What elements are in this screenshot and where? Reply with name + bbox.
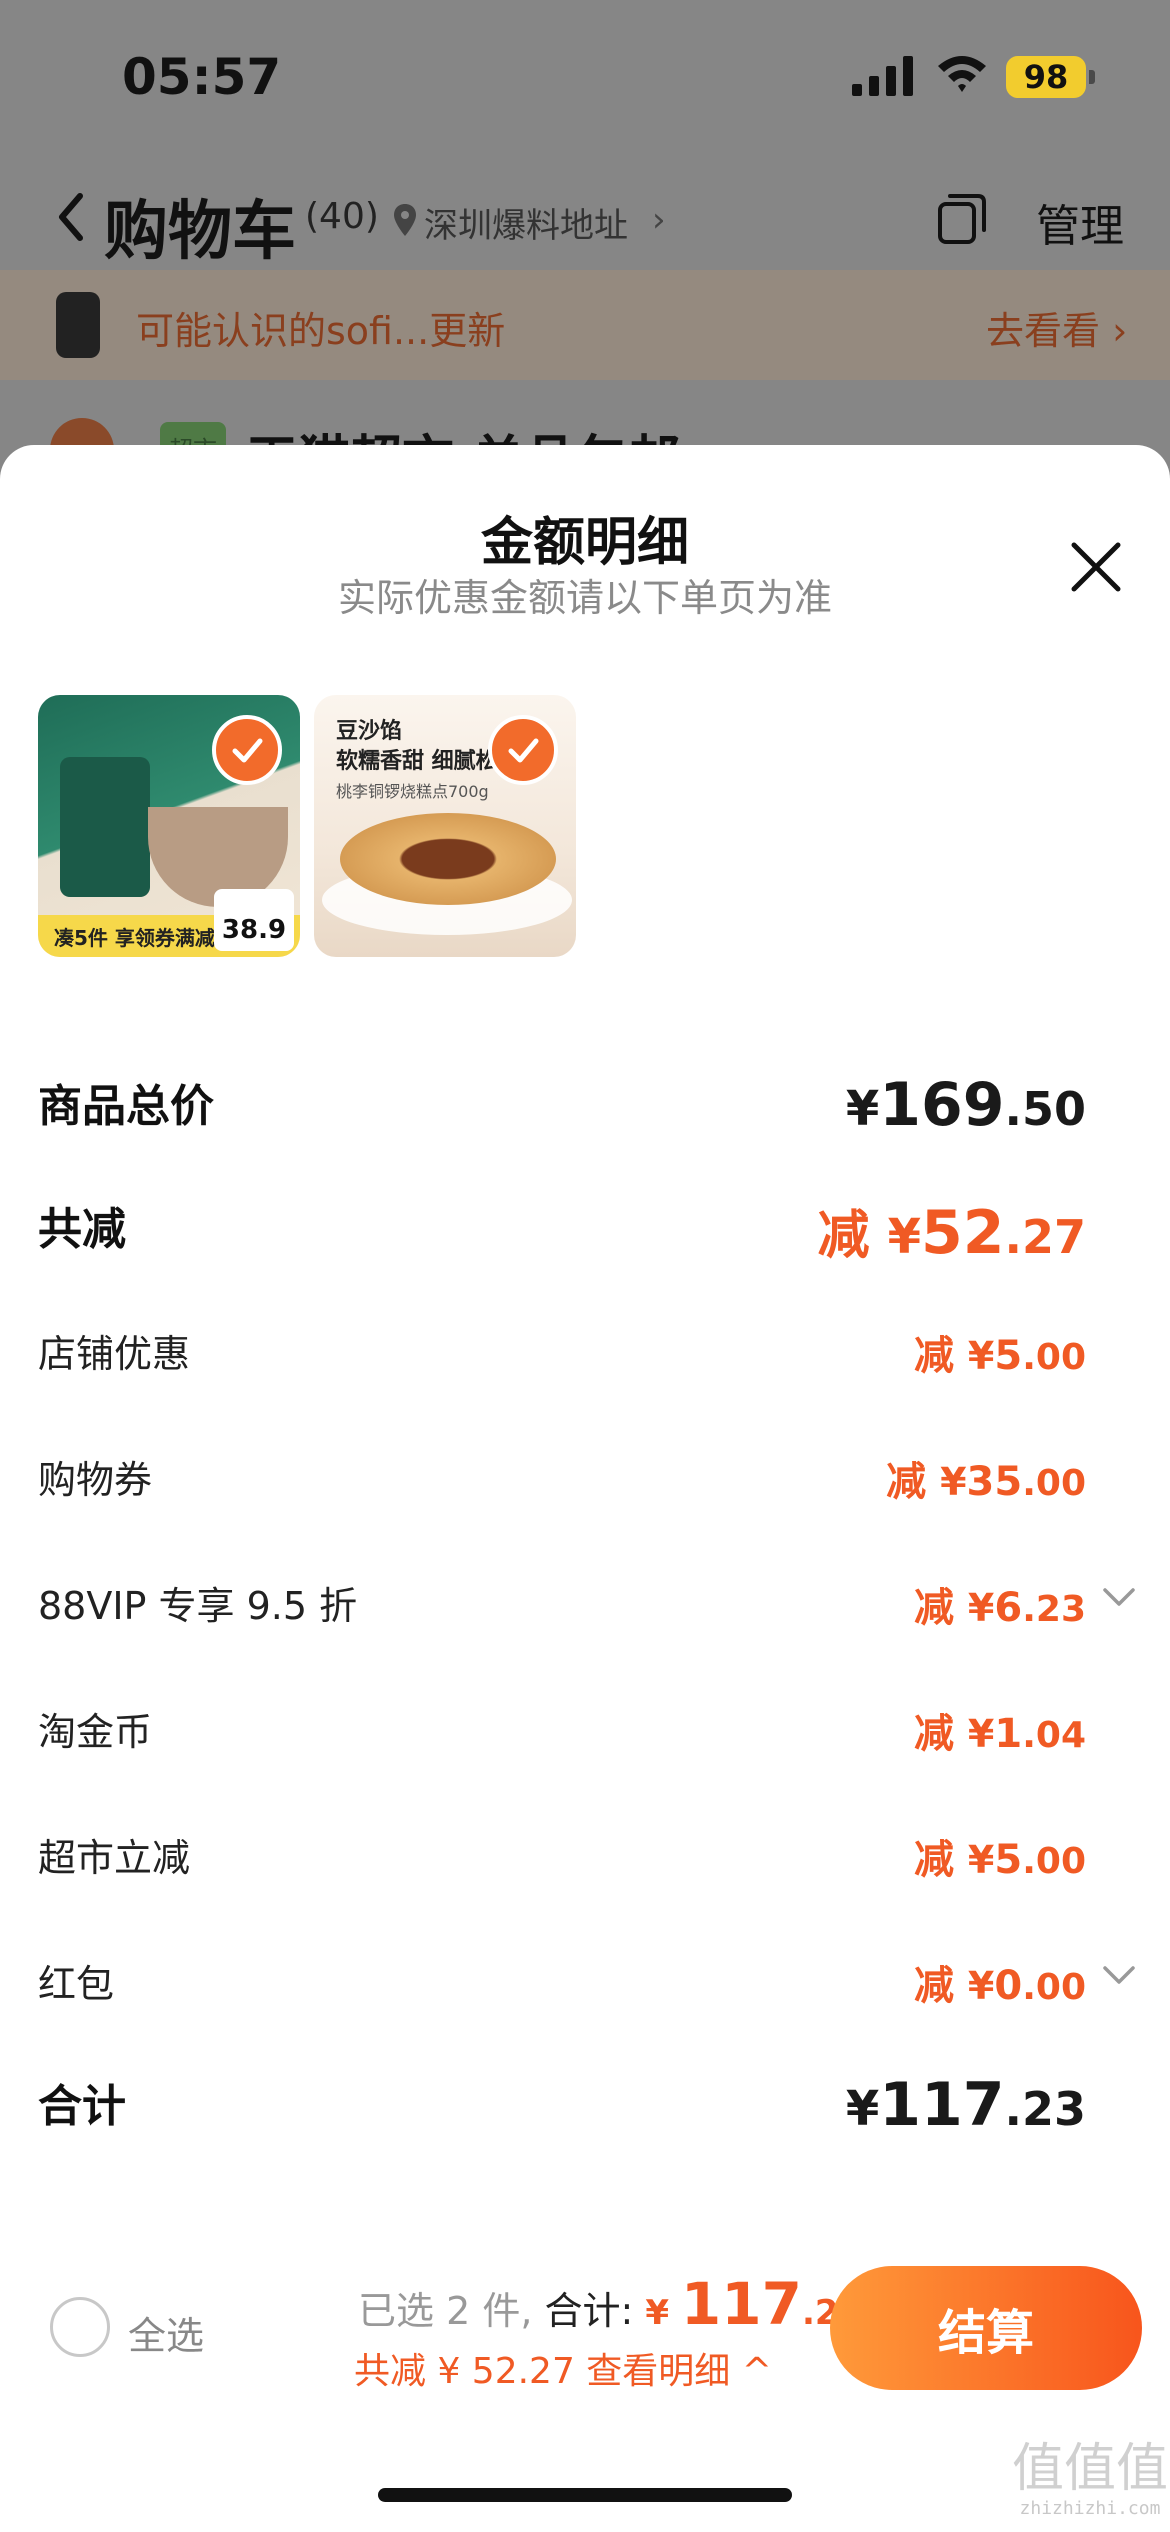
row-amount: 减 ¥52.27 [817, 1198, 1086, 1268]
sheet-title: 金额明细 [480, 513, 689, 573]
checkout-bar: 全选 已选 2 件, 合计: ¥ 117.23 共减 ¥ 52.27 查看明细 … [0, 2230, 1170, 2450]
row-store-discount: 店铺优惠 减 ¥5.00 [38, 1323, 1138, 1403]
row-amount: ¥169.50 [845, 1070, 1086, 1140]
row-label: 淘金币 [38, 1710, 153, 1754]
row-label: 共减 [38, 1204, 126, 1255]
row-amount: ¥117.23 [845, 2070, 1086, 2140]
delivery-address[interactable]: 深圳爆料地址 [424, 198, 628, 247]
total-label: 合计: [544, 2289, 646, 2333]
status-time: 05:57 [122, 48, 282, 106]
row-amount: 减 ¥35.00 [886, 1459, 1086, 1505]
row-amount: 减 ¥5.00 [913, 1333, 1086, 1379]
amount-detail-sheet: 金额明细 实际优惠金额请以下单页为准 凑5件 享领券满减 38.9 豆沙馅 软糯… [0, 445, 1170, 2532]
product-title-line-3: 桃李铜锣烧糕点700g [336, 782, 489, 801]
product-can-image [60, 757, 150, 897]
battery-tip [1089, 70, 1095, 84]
row-taojinbi: 淘金币 减 ¥1.04 [38, 1701, 1138, 1781]
status-bar: 05:57 98 [0, 0, 1170, 150]
product-price-tag: 38.9 [214, 889, 294, 951]
select-all-radio[interactable] [50, 2297, 110, 2357]
select-all-label[interactable]: 全选 [128, 2305, 204, 2360]
row-amount: 减 ¥0.00 [913, 1963, 1086, 2009]
battery-indicator: 98 [1006, 56, 1086, 98]
row-grand-total: 合计 ¥117.23 [38, 2070, 1138, 2150]
notice-text: 可能认识的sofi...更新 [136, 309, 506, 353]
row-label: 超市立减 [38, 1836, 191, 1880]
notice-avatar [56, 292, 100, 358]
row-label: 商品总价 [38, 1081, 214, 1132]
wifi-icon [938, 56, 986, 92]
share-copy-icon[interactable] [934, 192, 988, 246]
row-red-packet[interactable]: 红包 减 ¥0.00 [38, 1953, 1138, 2033]
selected-summary: 已选 2 件, 合计: ¥ 117.23 [358, 2270, 862, 2338]
row-total-discount: 共减 减 ¥52.27 [38, 1193, 1138, 1273]
home-indicator [378, 2488, 792, 2502]
cart-header: 购物车 (40) 深圳爆料地址 › 管理 [0, 170, 1170, 270]
product-cake-image [340, 813, 556, 905]
selected-count-text: 已选 2 件, [358, 2289, 545, 2333]
row-label: 88VIP 专享 9.5 折 [38, 1584, 358, 1628]
row-label: 店铺优惠 [38, 1332, 191, 1376]
row-amount: 减 ¥6.23 [913, 1585, 1086, 1631]
checkmark-icon [508, 738, 539, 763]
back-icon[interactable] [56, 192, 86, 242]
row-supermarket-discount: 超市立减 减 ¥5.00 [38, 1827, 1138, 1907]
close-icon[interactable] [1068, 539, 1124, 595]
notice-bar[interactable]: 可能认识的sofi...更新 去看看 › [0, 270, 1170, 380]
watermark-glyphs: 值值值 [1011, 2439, 1168, 2499]
cart-count: (40) [305, 196, 379, 237]
view-detail-link[interactable]: 共减 ¥ 52.27 查看明细 ^ [354, 2342, 772, 2394]
product-thumbnail-1[interactable]: 凑5件 享领券满减 38.9 [38, 695, 300, 957]
selected-check-icon[interactable] [212, 715, 282, 785]
row-amount: 减 ¥5.00 [913, 1837, 1086, 1883]
page-title: 购物车 [104, 195, 296, 269]
checkout-button[interactable]: 结算 [830, 2266, 1142, 2390]
watermark-logo: 值值值 zhizhizhi.com [1010, 2440, 1170, 2532]
row-label: 红包 [38, 1962, 115, 2006]
signal-icon [852, 56, 913, 96]
chevron-down-icon[interactable] [1102, 1963, 1136, 1987]
selected-check-icon[interactable] [488, 715, 558, 785]
notice-link[interactable]: 去看看 › [986, 300, 1127, 355]
checkmark-icon [232, 738, 263, 763]
address-chevron-icon: › [652, 200, 666, 240]
row-amount: 减 ¥1.04 [913, 1711, 1086, 1757]
watermark-url: zhizhizhi.com [1019, 2498, 1161, 2519]
location-pin-icon[interactable] [392, 202, 418, 238]
row-item-total: 商品总价 ¥169.50 [38, 1070, 1138, 1150]
row-label: 购物券 [38, 1458, 153, 1502]
sheet-subtitle: 实际优惠金额请以下单页为准 [337, 576, 832, 620]
cart-page-background: 05:57 98 购物车 (40) 深圳爆料地址 › 管理 可能认识的sofi.… [0, 0, 1170, 500]
manage-button[interactable]: 管理 [1036, 190, 1124, 254]
row-label: 合计 [38, 2081, 126, 2132]
product-thumbnail-2[interactable]: 豆沙馅 软糯香甜 细腻松软 桃李铜锣烧糕点700g [314, 695, 576, 957]
row-shopping-voucher: 购物券 减 ¥35.00 [38, 1449, 1138, 1529]
row-88vip-discount[interactable]: 88VIP 专享 9.5 折 减 ¥6.23 [38, 1575, 1138, 1655]
chevron-down-icon[interactable] [1102, 1585, 1136, 1609]
